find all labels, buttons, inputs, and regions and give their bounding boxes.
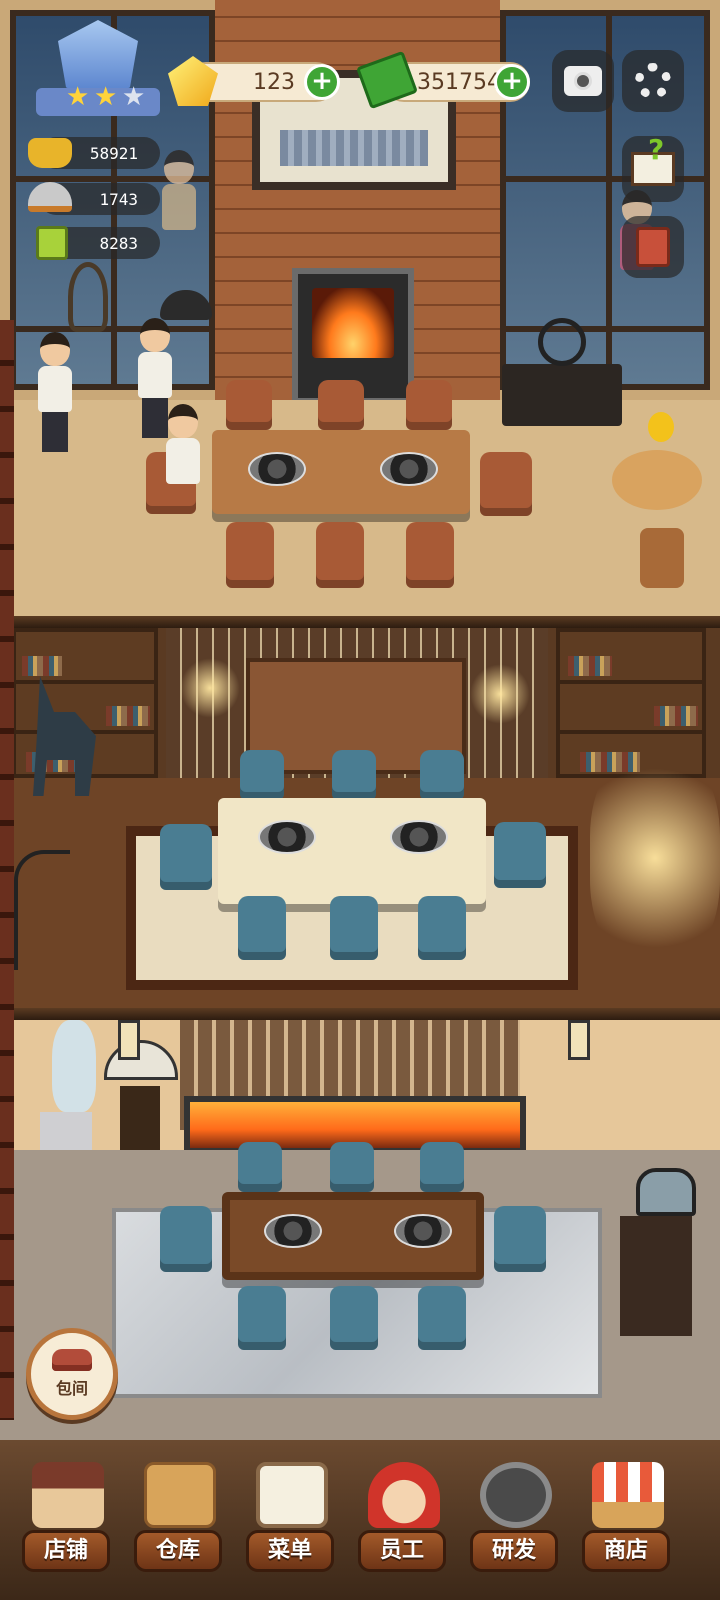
chair[interactable]	[238, 1286, 286, 1350]
nav-warehouse-label: 仓库	[134, 1530, 222, 1572]
chair[interactable]	[238, 896, 286, 960]
nav-staff[interactable]: 员工	[346, 1440, 458, 1600]
stat-dishes-value: 1743	[99, 189, 138, 209]
chair[interactable]	[160, 824, 212, 890]
chair[interactable]	[494, 822, 546, 888]
star-icon: ★	[94, 82, 118, 112]
recipe-book-icon	[36, 226, 68, 260]
nav-shop-label: 商店	[582, 1530, 670, 1572]
chair[interactable]	[330, 1286, 378, 1350]
add-gems-button[interactable]: +	[304, 64, 340, 100]
stat-recipes-value: 8283	[99, 233, 138, 253]
chair[interactable]	[406, 380, 452, 430]
nav-store-label: 店铺	[22, 1530, 110, 1572]
chair[interactable]	[226, 522, 274, 588]
hotpot-burner	[264, 1214, 322, 1248]
stool	[640, 528, 684, 588]
chair[interactable]	[316, 522, 364, 588]
floor-divider	[0, 1008, 720, 1020]
nav-research-label: 研发	[470, 1530, 558, 1572]
sideboard	[502, 364, 622, 426]
chair[interactable]	[420, 750, 464, 800]
warehouse-boxes-icon	[144, 1462, 216, 1528]
shop-stall-icon	[592, 1462, 664, 1528]
nav-menu[interactable]: 菜单	[234, 1440, 346, 1600]
gear-icon	[635, 63, 671, 99]
flower-vase	[648, 412, 674, 442]
chair[interactable]	[332, 750, 376, 800]
chair[interactable]	[418, 1286, 466, 1350]
ring-sculpture	[538, 318, 586, 366]
violin-sculpture	[52, 1020, 96, 1112]
nav-staff-label: 员工	[358, 1530, 446, 1572]
nav-shop[interactable]: 商店	[570, 1440, 682, 1600]
wok-research-icon	[480, 1462, 552, 1528]
chair[interactable]	[240, 750, 284, 800]
nav-menu-label: 菜单	[246, 1530, 334, 1572]
chair[interactable]	[318, 380, 364, 430]
tea-chair	[636, 1168, 696, 1216]
dining-room-library[interactable]	[0, 628, 720, 1020]
notebook-icon	[636, 227, 670, 267]
private-room-button[interactable]: 包间	[26, 1328, 118, 1420]
help-book-icon: ?	[631, 133, 675, 186]
wall-sconce-right	[470, 664, 530, 724]
store-building-icon	[32, 1462, 104, 1528]
chair[interactable]	[226, 380, 272, 430]
chair[interactable]	[160, 1206, 212, 1272]
dining-table[interactable]	[222, 1192, 484, 1280]
tea-table	[620, 1216, 692, 1336]
lantern-left	[118, 1020, 140, 1060]
hotpot-burner	[390, 820, 448, 854]
round-side-table	[612, 450, 702, 510]
star-icon: ★	[122, 82, 146, 112]
wall-sconce-left	[180, 658, 240, 718]
pagoda-eave	[0, 320, 14, 1420]
menu-clipboard-icon	[256, 1462, 328, 1528]
chair[interactable]	[406, 522, 454, 588]
lantern-right	[568, 1020, 590, 1060]
chair[interactable]	[330, 896, 378, 960]
hotpot-burner	[394, 1214, 452, 1248]
add-cash-button[interactable]: +	[494, 64, 530, 100]
customer-seated[interactable]	[166, 404, 200, 484]
sculpture-left	[68, 262, 108, 332]
floor-divider	[0, 616, 720, 628]
chair[interactable]	[480, 452, 532, 516]
customer[interactable]	[38, 332, 72, 452]
arc-floor-lamp	[14, 850, 70, 970]
nav-warehouse[interactable]: 仓库	[122, 1440, 234, 1600]
glowing-deer-lamp	[590, 748, 720, 968]
stat-gold-value: 58921	[89, 143, 138, 163]
chair[interactable]	[418, 896, 466, 960]
camera-button[interactable]	[552, 50, 614, 112]
sofa-icon	[52, 1349, 92, 1371]
dining-table[interactable]	[218, 798, 486, 904]
customer-outside	[162, 150, 196, 230]
hotpot-burner	[248, 452, 306, 486]
nav-research[interactable]: 研发	[458, 1440, 570, 1600]
fireplace-fire	[312, 288, 394, 358]
settings-button[interactable]	[622, 50, 684, 112]
notebook-button[interactable]	[622, 216, 684, 278]
nav-store[interactable]: 店铺	[10, 1440, 122, 1600]
private-room-label: 包间	[55, 1379, 88, 1398]
help-button[interactable]: ?	[622, 133, 684, 202]
gold-ingot-icon	[28, 138, 72, 168]
level-badge[interactable]: ★ ★ ★	[36, 20, 160, 124]
chair[interactable]	[494, 1206, 546, 1272]
camera-icon	[564, 66, 602, 96]
dining-table[interactable]	[212, 430, 470, 514]
hotpot-burner	[258, 820, 316, 854]
star-icon: ★	[66, 82, 90, 112]
staff-chef-icon	[368, 1462, 440, 1528]
chair[interactable]	[238, 1142, 282, 1192]
chair[interactable]	[330, 1142, 374, 1192]
chair[interactable]	[420, 1142, 464, 1192]
bottom-nav: 店铺 仓库 菜单 员工 研发 商店	[0, 1440, 720, 1600]
hotpot-burner	[380, 452, 438, 486]
